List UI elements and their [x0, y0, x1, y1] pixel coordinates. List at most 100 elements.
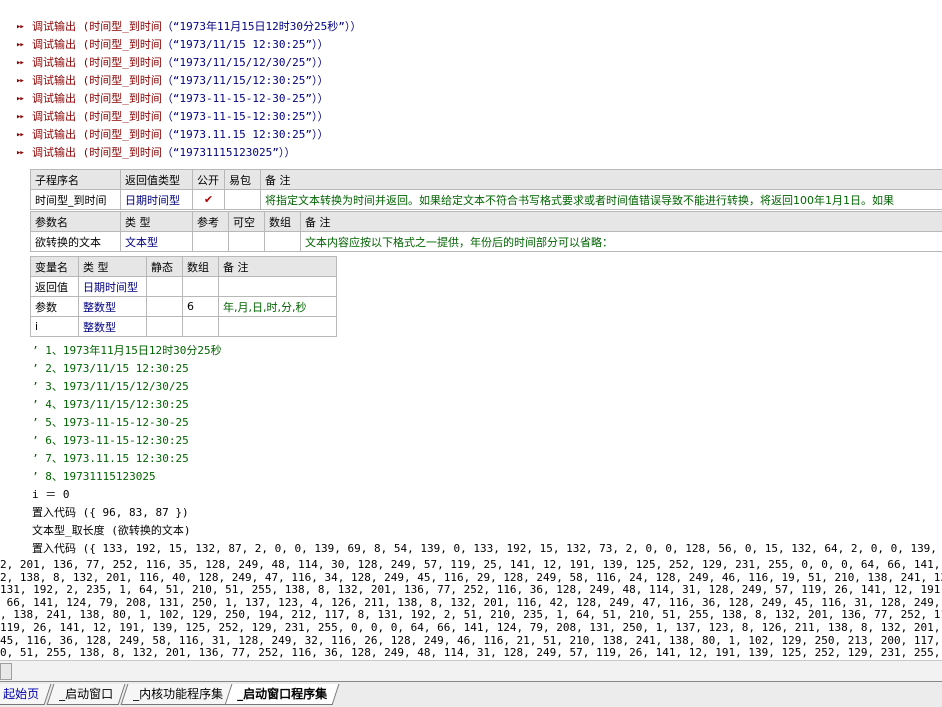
- breakpoint-arrow-icon: ▸▸: [16, 72, 28, 90]
- inner-function-name: 时间型_到时间: [89, 38, 162, 51]
- tab-label: _内核功能程序集: [133, 684, 223, 704]
- col-var-name: 变量名: [31, 257, 79, 277]
- param-type-cell[interactable]: 文本型: [121, 232, 193, 252]
- col-param-array: 数组: [265, 212, 301, 232]
- breakpoint-arrow-icon: ▸▸: [16, 144, 28, 162]
- code-line[interactable]: 2, 138, 8, 132, 201, 116, 40, 128, 249, …: [0, 571, 942, 584]
- code-line[interactable]: 2, 201, 136, 77, 252, 116, 35, 128, 249,…: [0, 558, 942, 571]
- comment-line[interactable]: ’ 2、1973/11/15 12:30:25: [32, 360, 189, 378]
- call-argument: （“1973.11.15 12:30:25”））: [162, 128, 329, 141]
- breakpoint-arrow-icon: ▸▸: [16, 126, 28, 144]
- col-param-note: 备 注: [301, 212, 942, 232]
- comment-line[interactable]: ’ 6、1973-11-15-12:30:25: [32, 432, 189, 450]
- scroll-left-icon[interactable]: [0, 663, 12, 680]
- parameter-table: 参数名 类 型 参考 可空 数组 备 注 欲转换的文本 文本型 文本内容应按以下…: [30, 211, 942, 252]
- variable-row[interactable]: i 整数型: [31, 317, 337, 337]
- function-name: 调试输出: [32, 92, 76, 105]
- var-name-cell[interactable]: 参数: [31, 297, 79, 317]
- col-var-static: 静态: [147, 257, 183, 277]
- param-array-cell[interactable]: [265, 232, 301, 252]
- call-argument: （“1973-11-15-12:30:25”））: [162, 110, 329, 123]
- tab-bar: 起始页 _启动窗口 _内核功能程序集 _启动窗口程序集: [0, 681, 942, 707]
- call-argument: （“1973/11/15 12:30:25”））: [162, 38, 329, 51]
- code-line[interactable]: , 138, 241, 138, 80, 1, 102, 129, 250, 1…: [0, 608, 942, 621]
- param-ref-cell[interactable]: [193, 232, 229, 252]
- code-line[interactable]: 45, 116, 36, 128, 249, 58, 116, 31, 128,…: [0, 634, 942, 647]
- variable-row[interactable]: 返回值 日期时间型: [31, 277, 337, 297]
- sub-name-cell[interactable]: 时间型_到时间: [31, 190, 121, 210]
- col-param-nullable: 可空: [229, 212, 265, 232]
- param-note-cell[interactable]: 文本内容应按以下格式之一提供，年份后的时间部分可以省略：: [301, 232, 942, 252]
- var-static-cell[interactable]: [147, 297, 183, 317]
- function-name: 调试输出: [32, 128, 76, 141]
- param-nullable-cell[interactable]: [229, 232, 265, 252]
- inner-function-name: 时间型_到时间: [89, 110, 162, 123]
- call-argument: （“19731115123025”））: [162, 146, 295, 159]
- breakpoint-arrow-icon: ▸▸: [16, 90, 28, 108]
- function-name: 调试输出: [32, 20, 76, 33]
- col-note: 备 注: [261, 170, 942, 190]
- var-static-cell[interactable]: [147, 317, 183, 337]
- code-line[interactable]: i ＝ 0: [32, 486, 70, 504]
- code-editor[interactable]: ▸▸调试输出 (时间型_到时间（“1973年11月15日12时30分25秒”））…: [0, 0, 942, 660]
- var-type-cell[interactable]: 整数型: [79, 317, 147, 337]
- inner-function-name: 时间型_到时间: [89, 20, 162, 33]
- tab-startup-window-module[interactable]: _启动窗口程序集: [225, 684, 340, 705]
- sub-return-type-cell[interactable]: 日期时间型: [121, 190, 193, 210]
- col-var-array: 数组: [183, 257, 219, 277]
- code-line[interactable]: 置入代码 ({ 96, 83, 87 }): [32, 504, 189, 522]
- function-name: 调试输出: [32, 146, 76, 159]
- comment-line[interactable]: ’ 4、1973/11/15/12:30:25: [32, 396, 189, 414]
- var-note-cell[interactable]: [219, 277, 337, 297]
- tab-label: 起始页: [3, 684, 39, 704]
- variable-header-row: 变量名 类 型 静态 数组 备 注: [31, 257, 337, 277]
- parameter-row[interactable]: 欲转换的文本 文本型 文本内容应按以下格式之一提供，年份后的时间部分可以省略：: [31, 232, 942, 252]
- code-line[interactable]: 0, 51, 255, 138, 8, 132, 201, 136, 77, 2…: [0, 646, 942, 659]
- comment-line[interactable]: ’ 5、1973-11-15-12-30-25: [32, 414, 189, 432]
- horizontal-scrollbar[interactable]: [0, 660, 942, 681]
- sub-easy-cell[interactable]: [225, 190, 261, 210]
- col-param-ref: 参考: [193, 212, 229, 232]
- subroutine-row[interactable]: 时间型_到时间 日期时间型 ✔ 将指定文本转换为时间并返回。如果给定文本不符合书…: [31, 190, 942, 210]
- tab-label: _启动窗口程序集: [237, 684, 327, 704]
- code-line[interactable]: 131, 192, 2, 235, 1, 64, 51, 210, 51, 25…: [0, 583, 942, 596]
- tab-start-page[interactable]: 起始页: [0, 684, 51, 705]
- var-note-cell[interactable]: 年,月,日,时,分,秒: [219, 297, 337, 317]
- comment-line[interactable]: ’ 7、1973.11.15 12:30:25: [32, 450, 189, 468]
- function-name: 调试输出: [32, 38, 76, 51]
- var-type-cell[interactable]: 日期时间型: [79, 277, 147, 297]
- subroutine-table: 子程序名 返回值类型 公开 易包 备 注 时间型_到时间 日期时间型 ✔ 将指定…: [30, 169, 942, 210]
- var-note-cell[interactable]: [219, 317, 337, 337]
- comment-line[interactable]: ’ 1、1973年11月15日12时30分25秒: [32, 342, 222, 360]
- code-line[interactable]: 置入代码 ({ 133, 192, 15, 132, 87, 2, 0, 0, …: [32, 542, 942, 555]
- var-static-cell[interactable]: [147, 277, 183, 297]
- col-var-note: 备 注: [219, 257, 337, 277]
- code-line[interactable]: 119, 26, 141, 12, 191, 139, 125, 252, 12…: [0, 621, 942, 634]
- var-type-cell[interactable]: 整数型: [79, 297, 147, 317]
- breakpoint-arrow-icon: ▸▸: [16, 108, 28, 126]
- comment-line[interactable]: ’ 3、1973/11/15/12/30/25: [32, 378, 189, 396]
- tab-kernel-module[interactable]: _内核功能程序集: [121, 684, 236, 705]
- breakpoint-arrow-icon: ▸▸: [16, 36, 28, 54]
- subroutine-header-row: 子程序名 返回值类型 公开 易包 备 注: [31, 170, 942, 190]
- public-check-icon[interactable]: ✔: [193, 190, 225, 210]
- var-array-cell[interactable]: [183, 317, 219, 337]
- tab-startup-window[interactable]: _启动窗口: [47, 684, 126, 705]
- tab-label: _启动窗口: [59, 684, 113, 704]
- function-name: 调试输出: [32, 56, 76, 69]
- var-array-cell[interactable]: [183, 277, 219, 297]
- call-argument: （“1973年11月15日12时30分25秒”））: [162, 20, 361, 33]
- var-name-cell[interactable]: i: [31, 317, 79, 337]
- sub-note-cell[interactable]: 将指定文本转换为时间并返回。如果给定文本不符合书写格式要求或者时间值错误导致不能…: [261, 190, 942, 210]
- param-name-cell[interactable]: 欲转换的文本: [31, 232, 121, 252]
- code-line[interactable]: 66, 141, 124, 79, 208, 131, 250, 1, 137,…: [0, 596, 942, 609]
- code-line[interactable]: 文本型_取长度 (欲转换的文本): [32, 522, 191, 540]
- variable-row[interactable]: 参数 整数型 6 年,月,日,时,分,秒: [31, 297, 337, 317]
- var-array-cell[interactable]: 6: [183, 297, 219, 317]
- comment-line[interactable]: ’ 8、19731115123025: [32, 468, 156, 486]
- call-argument: （“1973-11-15-12-30-25”））: [162, 92, 329, 105]
- var-name-cell[interactable]: 返回值: [31, 277, 79, 297]
- inner-function-name: 时间型_到时间: [89, 92, 162, 105]
- col-var-type: 类 型: [79, 257, 147, 277]
- inner-function-name: 时间型_到时间: [89, 146, 162, 159]
